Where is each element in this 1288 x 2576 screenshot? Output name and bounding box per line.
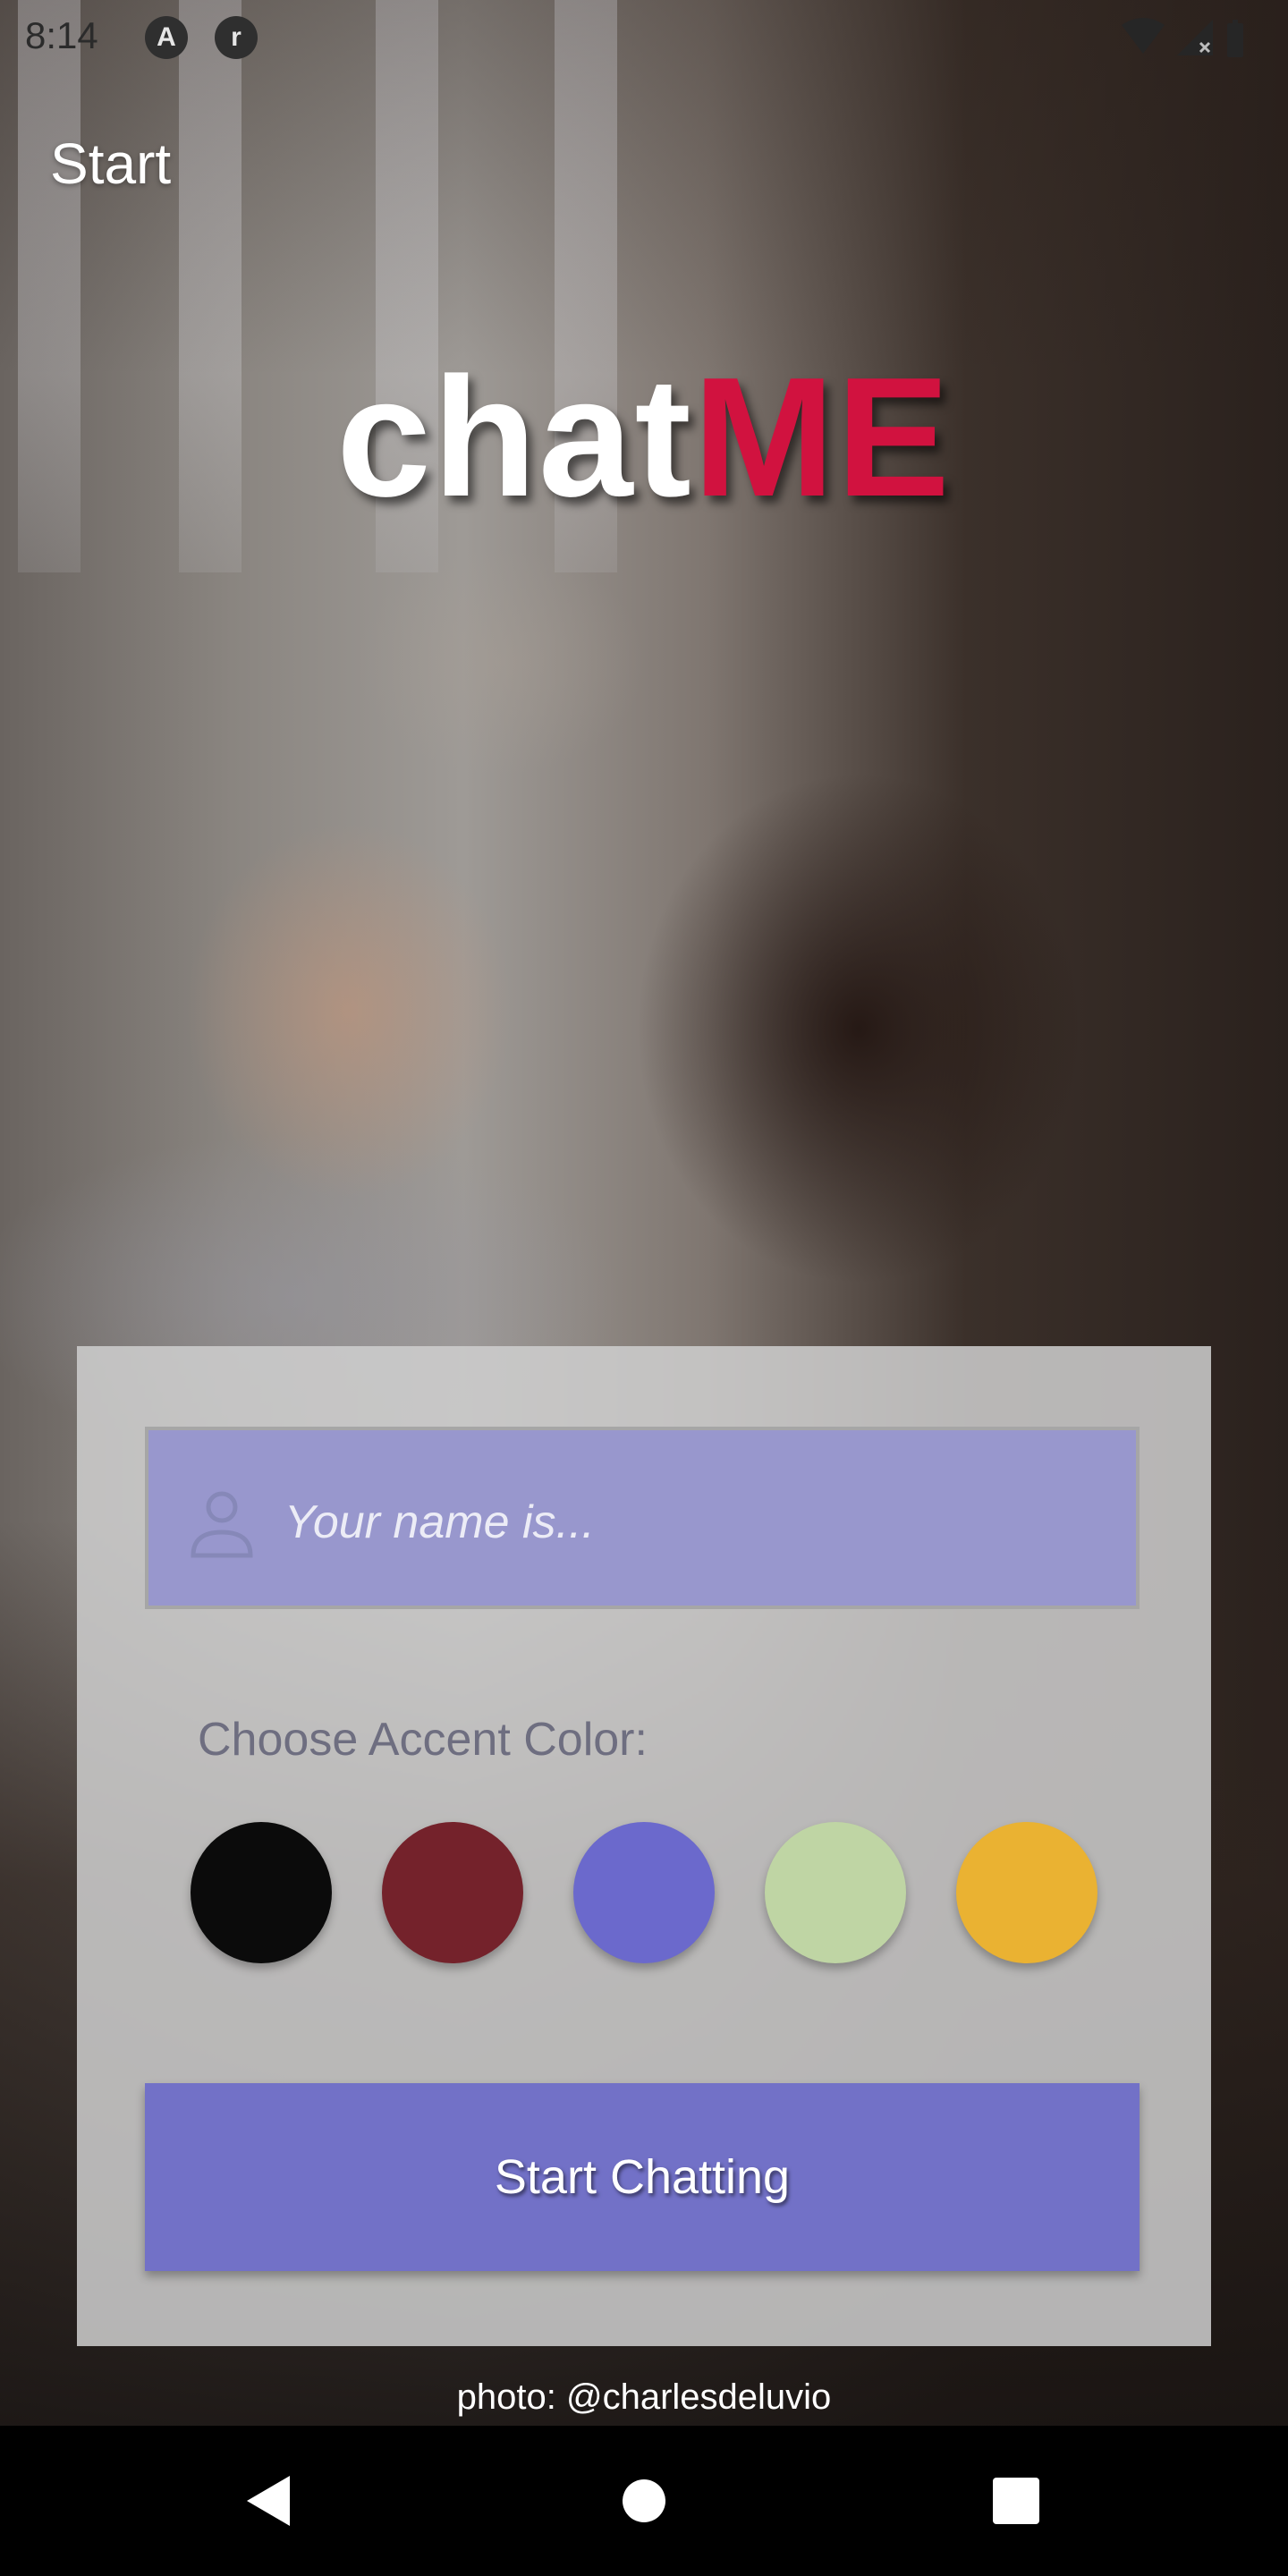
start-chatting-button[interactable]: Start Chatting <box>145 2083 1140 2271</box>
accent-color-picker <box>191 1822 1103 1969</box>
photo-credit: photo: @charlesdeluvio <box>456 2377 832 2417</box>
start-form-card: Choose Accent Color: Start Chatting <box>77 1346 1211 2346</box>
status-time: 8:14 <box>25 14 98 56</box>
logo-text-me: ME <box>692 343 952 532</box>
accent-swatch-yellow[interactable] <box>956 1822 1097 1963</box>
cell-signal-icon <box>1177 20 1213 55</box>
battery-icon <box>1227 20 1243 57</box>
notification-app-icon: r <box>215 16 258 59</box>
accent-swatch-maroon[interactable] <box>382 1822 523 1963</box>
accent-swatch-black[interactable] <box>191 1822 332 1963</box>
wifi-icon <box>1122 18 1165 54</box>
page-title: Start <box>50 131 172 196</box>
name-input[interactable] <box>283 1477 1091 1568</box>
system-nav-bar <box>0 2426 1288 2576</box>
start-screen: 8:14 A r Start chatME Your name is... Ch… <box>0 0 1288 2576</box>
status-icons <box>1122 18 1243 57</box>
back-icon[interactable] <box>234 2465 306 2537</box>
recents-icon[interactable] <box>980 2465 1052 2537</box>
accent-swatch-purple[interactable] <box>573 1822 715 1963</box>
logo-text-chat: chat <box>336 343 693 532</box>
accent-color-label: Choose Accent Color: <box>198 1714 648 1766</box>
name-field[interactable] <box>145 1427 1140 1609</box>
user-icon <box>191 1491 253 1558</box>
notification-app-icon: A <box>145 16 188 59</box>
app-logo: chatME <box>0 340 1288 535</box>
home-icon[interactable] <box>608 2465 680 2537</box>
accent-swatch-green[interactable] <box>765 1822 906 1963</box>
status-bar: 8:14 A r <box>0 0 1288 75</box>
